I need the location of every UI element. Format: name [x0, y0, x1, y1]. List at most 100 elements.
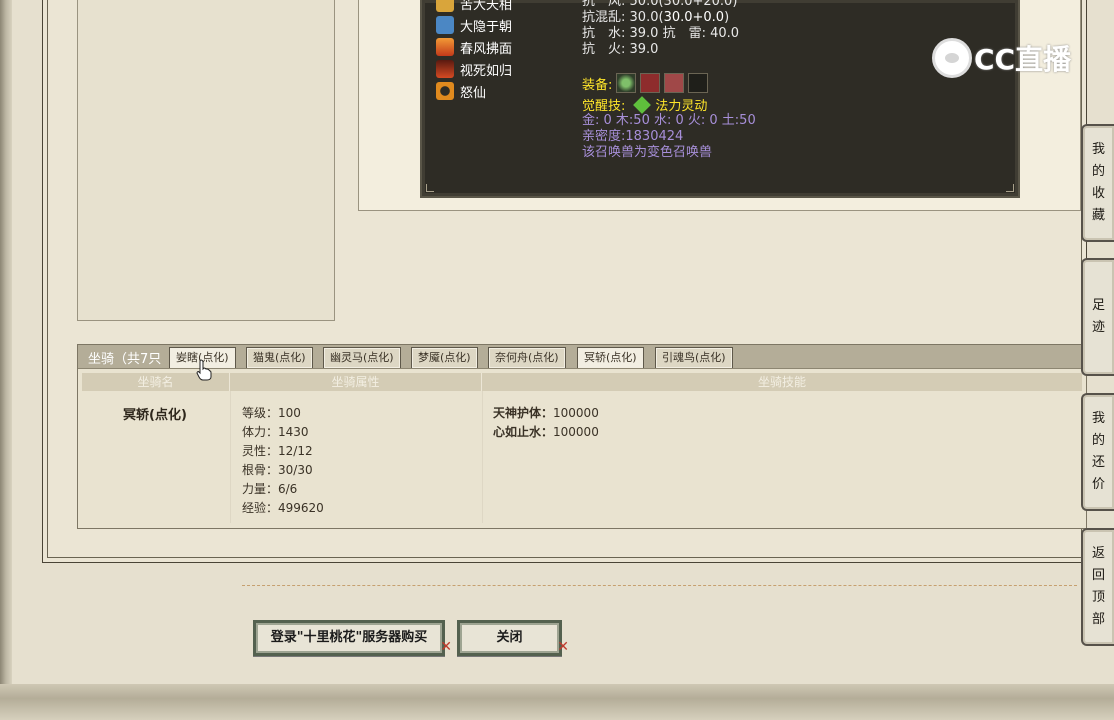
mount-attr: 灵性：12/12 — [242, 444, 313, 458]
mount-attr-list: 等级：100 体力：1430 灵性：12/12 根骨：30/30 力量：6/6 … — [242, 404, 324, 518]
side-tab-char: 部 — [1091, 612, 1105, 627]
pet-list-box[interactable] — [77, 0, 335, 321]
five-elements: 金: 0 木:50 水: 0 火: 0 土:50 — [582, 113, 756, 128]
mount-attr: 等级：100 — [242, 406, 301, 420]
stat-chaos: 抗混乱: 30.0(30.0+0.0) — [582, 10, 739, 26]
login-purchase-button[interactable]: 登录"十里桃花"服务器购买 ✕ — [253, 620, 452, 656]
awaken-label: 觉醒技: — [582, 99, 626, 114]
side-tab-char: 的 — [1091, 433, 1105, 448]
side-tab-char: 还 — [1091, 455, 1105, 470]
side-tab-back-to-top[interactable]: 返 回 顶 部 — [1081, 528, 1114, 646]
mount-skill-name: 心如止水： — [493, 425, 554, 439]
mount-skill-value: 100000 — [553, 406, 599, 420]
close-label: 关闭 — [496, 630, 523, 645]
stat-value: 50.0(30.0+20.0) — [629, 0, 738, 9]
tab-mount-6[interactable]: 冥轿(点化) — [577, 347, 644, 368]
side-tab-char: 收 — [1091, 186, 1105, 201]
yellow-skill-icon — [436, 0, 454, 12]
side-tab-history[interactable]: 足 迹 — [1081, 258, 1114, 376]
watermark: CC直播 — [932, 38, 1071, 78]
equip-label: 装备: — [582, 77, 613, 93]
pet-skill-item[interactable]: 怒仙 — [436, 80, 512, 102]
tooltip-corner — [426, 184, 434, 192]
selected-mount-name: 冥轿(点化) — [123, 408, 187, 423]
mount-skill-list: 天神护体：100000 心如止水：100000 — [493, 404, 599, 442]
mount-skill-name: 天神护体： — [493, 406, 554, 420]
stat-value: 30.0( — [629, 10, 664, 25]
stat-value-highlight: 30.0+0.0 — [663, 10, 725, 25]
watermark-text: CC直播 — [974, 43, 1072, 76]
tab-mount-3[interactable]: 幽灵马(点化) — [323, 347, 401, 368]
dark-fire-skill-icon — [436, 60, 454, 78]
section-divider — [242, 585, 1077, 586]
hand-cursor-icon — [196, 359, 212, 381]
column-divider — [230, 391, 231, 523]
mount-skill: 心如止水：100000 — [493, 423, 599, 442]
pet-skill-name: 春风拂面 — [460, 41, 513, 57]
close-button[interactable]: 关闭 ✕ — [457, 620, 569, 656]
mount-attr: 根骨：30/30 — [242, 463, 313, 477]
pet-skill-name: 视死如归 — [460, 63, 513, 79]
close-mark-icon: ✕ — [557, 639, 569, 655]
pet-resist-stats: 抗 风: 50.0(30.0+20.0) 抗混乱: 30.0(30.0+0.0)… — [582, 0, 739, 58]
awaken-skill-name[interactable]: 法力灵动 — [655, 95, 707, 114]
mount-count: 坐骑（共7只 — [88, 352, 162, 367]
leaf-skill-icon — [633, 95, 652, 114]
equip-slot-2[interactable] — [640, 73, 661, 93]
pet-skill-name: 大隐于朝 — [460, 19, 513, 35]
horseshoe-skill-icon — [436, 82, 454, 100]
left-frame-border — [0, 0, 12, 690]
stat-value: ) — [724, 10, 730, 25]
mount-skill: 天神护体：100000 — [493, 404, 599, 423]
side-tab-my-offers[interactable]: 我 的 还 价 — [1081, 393, 1114, 511]
column-divider — [482, 391, 483, 523]
stat-fire: 抗 火: 39.0 — [582, 42, 659, 57]
stat-label: 抗 风: — [582, 0, 626, 9]
fire-skill-icon — [436, 38, 454, 56]
awaken-skill-row: 觉醒技: 法力灵动 — [582, 95, 707, 114]
equip-slot-3[interactable] — [664, 73, 685, 93]
login-purchase-label: 登录"十里桃花"服务器购买 — [270, 630, 428, 645]
tab-mount-7[interactable]: 引魂鸟(点化) — [655, 347, 733, 368]
mount-tabbar: 坐骑（共7只 妛瞎(点化) 猫鬼(点化) 幽灵马(点化) 梦魇(点化) 奈何舟(… — [78, 345, 1086, 369]
tooltip-corner — [1006, 184, 1014, 192]
blue-skill-icon — [436, 16, 454, 34]
pet-extra-info: 金: 0 木:50 水: 0 火: 0 土:50 亲密度:1830424 该召唤… — [582, 113, 756, 161]
equip-slot-4[interactable] — [688, 73, 709, 93]
side-tab-char: 顶 — [1091, 590, 1105, 605]
side-tab-char: 返 — [1091, 546, 1105, 561]
side-tab-char: 我 — [1091, 411, 1105, 426]
header-mount-attrs: 坐骑属性 — [230, 373, 482, 391]
side-tab-char: 价 — [1091, 477, 1105, 492]
header-mount-skills: 坐骑技能 — [757, 375, 806, 389]
side-tab-char: 迹 — [1091, 320, 1105, 335]
mount-attr: 经验：499620 — [242, 501, 324, 515]
bottom-frame-border — [0, 684, 1114, 720]
side-tab-char: 回 — [1091, 568, 1105, 583]
intimacy: 亲密度:1830424 — [582, 129, 684, 144]
tab-mount-4[interactable]: 梦魇(点化) — [411, 347, 478, 368]
mount-skill-value: 100000 — [553, 425, 599, 439]
pet-skill-item[interactable]: 视死如归 — [436, 58, 512, 80]
pet-skill-item[interactable]: 大隐于朝 — [436, 14, 512, 36]
side-tab-char: 足 — [1091, 298, 1105, 313]
cc-logo-icon — [932, 38, 972, 78]
mount-section: 坐骑（共7只 妛瞎(点化) 猫鬼(点化) 幽灵马(点化) 梦魇(点化) 奈何舟(… — [77, 344, 1087, 529]
side-tab-favorites[interactable]: 我 的 收 藏 — [1081, 124, 1114, 242]
pet-skill-item[interactable]: 苦大天相 — [436, 0, 512, 14]
pet-skill-name: 苦大天相 — [460, 0, 513, 13]
mount-attr: 力量：6/6 — [242, 482, 298, 496]
tab-mount-2[interactable]: 猫鬼(点化) — [246, 347, 313, 368]
tab-mount-5[interactable]: 奈何舟(点化) — [488, 347, 566, 368]
pet-tooltip: 苦大天相 大隐于朝 春风拂面 视死如归 怒仙 抗 风: 50.0(30.0+20… — [420, 0, 1020, 198]
pet-skill-item[interactable]: 春风拂面 — [436, 36, 512, 58]
equip-slot-1[interactable] — [616, 73, 637, 93]
mount-attr: 体力：1430 — [242, 425, 309, 439]
pet-skill-name: 怒仙 — [460, 85, 487, 101]
side-tab-char: 藏 — [1091, 208, 1105, 223]
stat-label: 抗混乱: — [582, 10, 626, 25]
side-tab-char: 我 — [1091, 142, 1105, 157]
pet-skill-list: 苦大天相 大隐于朝 春风拂面 视死如归 怒仙 — [436, 0, 512, 102]
variant-note: 该召唤兽为变色召唤兽 — [582, 145, 713, 160]
mount-table-header: 坐骑名 坐骑属性 坐骑技能 — [82, 373, 1082, 391]
